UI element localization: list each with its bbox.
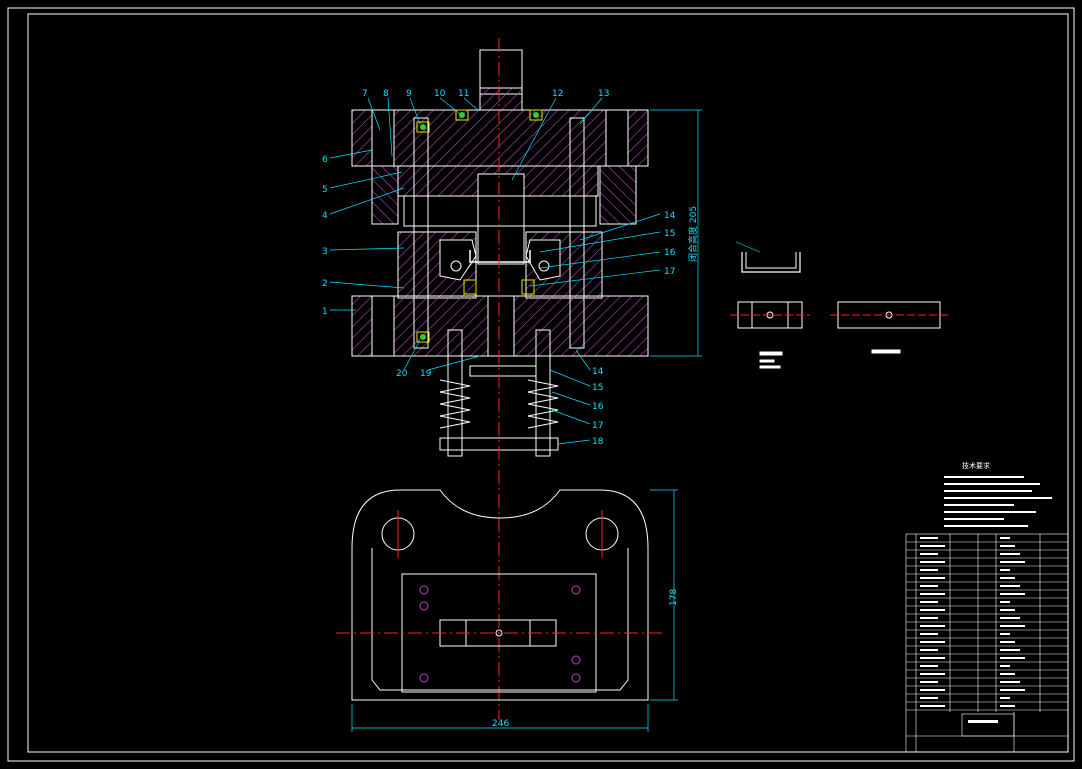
parts-list-cell-mark — [1000, 561, 1025, 563]
die-section-view: 7 8 9 10 11 12 13 6 5 4 3 2 1 20 19 14 1… — [322, 38, 702, 720]
parts-list-cell-mark — [920, 649, 938, 651]
parts-list-cell-mark — [920, 545, 945, 547]
parts-list-cell-mark — [1000, 609, 1015, 611]
notes-title: 技术要求 — [962, 461, 990, 470]
label-4: 4 — [322, 211, 328, 221]
label-16a: 16 — [664, 248, 676, 258]
label-20: 20 — [396, 369, 408, 379]
shank — [479, 49, 523, 95]
label-9: 9 — [406, 89, 412, 99]
label-14a: 14 — [664, 211, 676, 221]
label-14b: 14 — [592, 367, 604, 377]
label-1: 1 — [322, 307, 328, 317]
label-15b: 15 — [592, 383, 603, 393]
parts-list-cell-mark — [920, 609, 945, 611]
parts-list-cell-mark — [1000, 697, 1010, 699]
parts-list-cell-mark — [1000, 553, 1020, 555]
parts-list-cell-mark — [920, 633, 938, 635]
parts-list-cell-mark — [920, 561, 945, 563]
parts-list-cell-mark — [920, 641, 945, 643]
label-11: 11 — [458, 89, 469, 99]
label-17b: 17 — [592, 421, 603, 431]
label-15a: 15 — [664, 229, 675, 239]
parts-list-cell-mark — [920, 625, 945, 627]
parts-list-cell-mark — [1000, 601, 1010, 603]
parts-list-cell-mark — [920, 601, 938, 603]
parts-list — [905, 533, 1069, 753]
parts-list-cell-mark — [920, 553, 938, 555]
parts-list-cell-mark — [920, 593, 945, 595]
part-views — [730, 241, 948, 369]
parts-list-cell-mark — [1000, 657, 1025, 659]
parts-list-cell-mark — [920, 689, 945, 691]
label-13: 13 — [598, 89, 609, 99]
parts-list-cell-mark — [1000, 641, 1015, 643]
parts-list-cell-mark — [1000, 617, 1020, 619]
label-17a: 17 — [664, 267, 675, 277]
parts-list-cell-mark — [920, 537, 938, 539]
label-18: 18 — [592, 437, 604, 447]
parts-list-cell-mark — [1000, 681, 1020, 683]
parts-list-cell-mark — [920, 681, 938, 683]
label-5: 5 — [322, 185, 328, 195]
label-6: 6 — [322, 155, 328, 165]
parts-list-cell-mark — [1000, 585, 1020, 587]
parts-list-cell-mark — [1000, 673, 1015, 675]
label-10: 10 — [434, 89, 446, 99]
parts-list-cell-mark — [920, 673, 945, 675]
parts-list-cell-mark — [1000, 705, 1015, 707]
parts-list-cell-mark — [1000, 569, 1010, 571]
parts-list-cell-mark — [920, 585, 938, 587]
label-2: 2 — [322, 279, 328, 289]
parts-list-cell-mark — [1000, 665, 1010, 667]
parts-list-cell-mark — [1000, 649, 1020, 651]
dimension-closed-height: 闭合高度 205 — [687, 206, 699, 262]
parts-list-cell-mark — [920, 569, 938, 571]
cad-drawing: 7 8 9 10 11 12 13 6 5 4 3 2 1 20 19 14 1… — [7, 7, 1075, 762]
parts-list-cell-mark — [920, 705, 945, 707]
parts-list-cell-mark — [1000, 633, 1010, 635]
parts-list-cell-mark — [1000, 545, 1015, 547]
punch — [477, 173, 525, 265]
technical-notes: 技术要求 — [944, 461, 1052, 527]
parts-list-cell-mark — [920, 617, 938, 619]
plan-view — [336, 489, 678, 732]
parts-list-cell-mark — [920, 697, 938, 699]
dimension-depth: 178 — [669, 589, 679, 606]
dimension-width: 246 — [492, 719, 509, 729]
top-plate — [351, 109, 649, 167]
parts-list-cell-mark — [1000, 537, 1010, 539]
parts-list-cell-mark — [920, 577, 945, 579]
label-7: 7 — [362, 89, 368, 99]
label-19: 19 — [420, 369, 432, 379]
label-3: 3 — [322, 247, 328, 257]
label-12: 12 — [552, 89, 563, 99]
parts-list-cell-mark — [1000, 625, 1025, 627]
label-8: 8 — [383, 89, 389, 99]
parts-list-cell-mark — [1000, 577, 1015, 579]
parts-list-cell-mark — [1000, 689, 1025, 691]
parts-list-cell-mark — [920, 665, 938, 667]
parts-list-cell-mark — [1000, 593, 1025, 595]
parts-list-cell-mark — [920, 657, 945, 659]
label-16b: 16 — [592, 402, 604, 412]
